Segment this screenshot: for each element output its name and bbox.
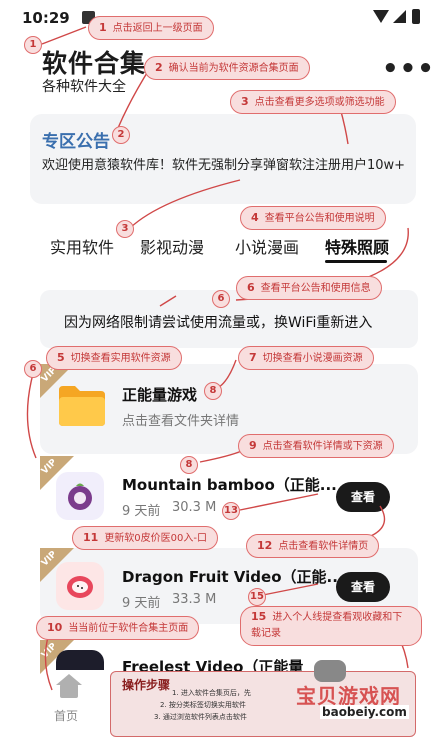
annotation-6: 6 查看平台公告和使用信息 [236, 276, 382, 300]
marker-circle: 2 [112, 126, 130, 144]
watermark-url: baobeiy.com [320, 705, 409, 719]
annotation-1: 1 点击返回上一级页面 [88, 16, 214, 40]
gamepad-logo-icon [314, 660, 346, 682]
annotation-10: 10 当当前位于软件合集主页面 [36, 616, 200, 640]
marker-circle: 3 [116, 220, 134, 238]
annotation-15: 15 进入个人线提查看观收藏和下载记录 [240, 606, 422, 646]
annotation-7: 7 切换查看小说漫画资源 [238, 346, 374, 370]
annotation-11: 11 更新软0皮价医00入-口 [72, 526, 219, 550]
annotation-9: 9 点击查看软件详情或下资源 [238, 434, 394, 458]
marker-circle: 8 [204, 382, 222, 400]
marker-circle: 15 [248, 588, 266, 606]
annotation-5: 5 切换查看实用软件资源 [46, 346, 182, 370]
steps-line: 1. 进入软件合集页后，先 [172, 689, 251, 697]
annotation-4: 4 查看平台公告和使用说明 [240, 206, 386, 230]
marker-circle: 13 [222, 502, 240, 520]
steps-title: 操作步骤 [122, 678, 171, 692]
marker-circle: 8 [180, 456, 198, 474]
marker-circle: 6 [212, 290, 230, 308]
steps-line: 3. 通过浏览软件列表点击软件 [154, 713, 247, 721]
annotation-2: 2 确认当前为软件资源合集页面 [144, 56, 310, 80]
marker-circle: 6 [24, 360, 42, 378]
annotation-12: 12 点击查看软件详情页 [246, 534, 380, 558]
marker-circle: 1 [24, 36, 42, 54]
annotation-3: 3 点击查看更多选项或筛选功能 [230, 90, 396, 114]
steps-line: 2. 按分类标签切换实用软件 [160, 701, 246, 709]
